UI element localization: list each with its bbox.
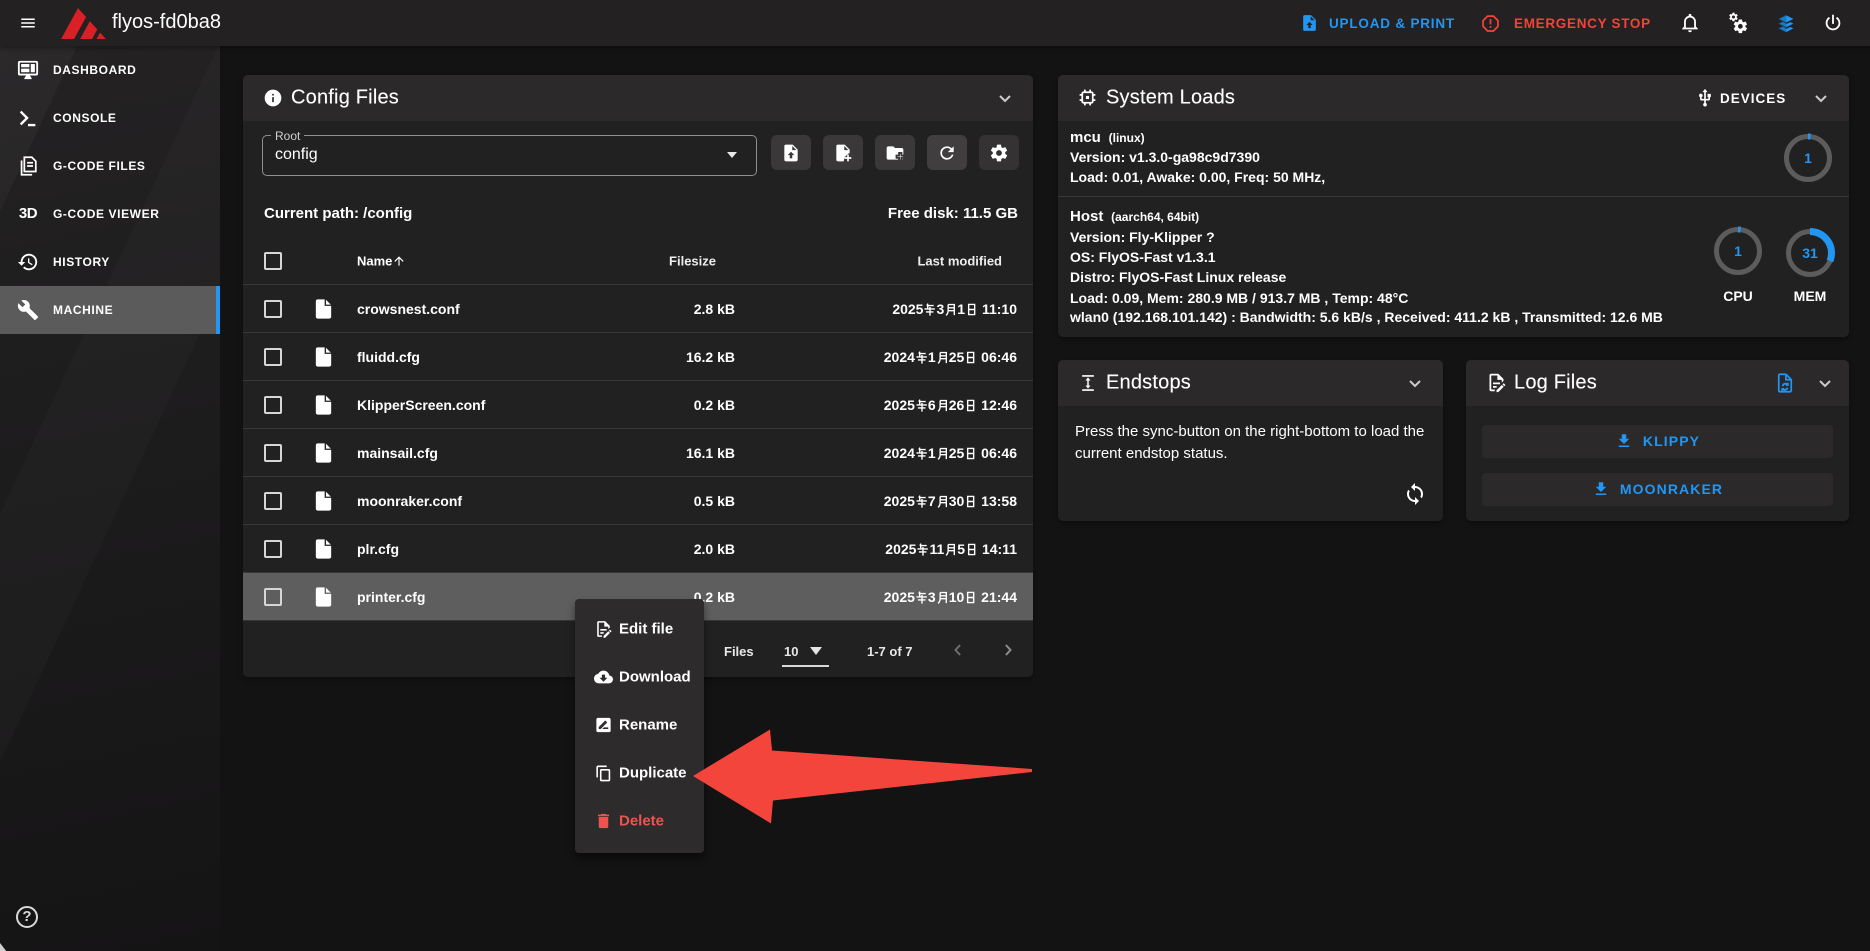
svg-text:1: 1 (1734, 243, 1742, 259)
svg-text:31: 31 (1802, 245, 1818, 261)
svg-text:1: 1 (1804, 150, 1812, 166)
